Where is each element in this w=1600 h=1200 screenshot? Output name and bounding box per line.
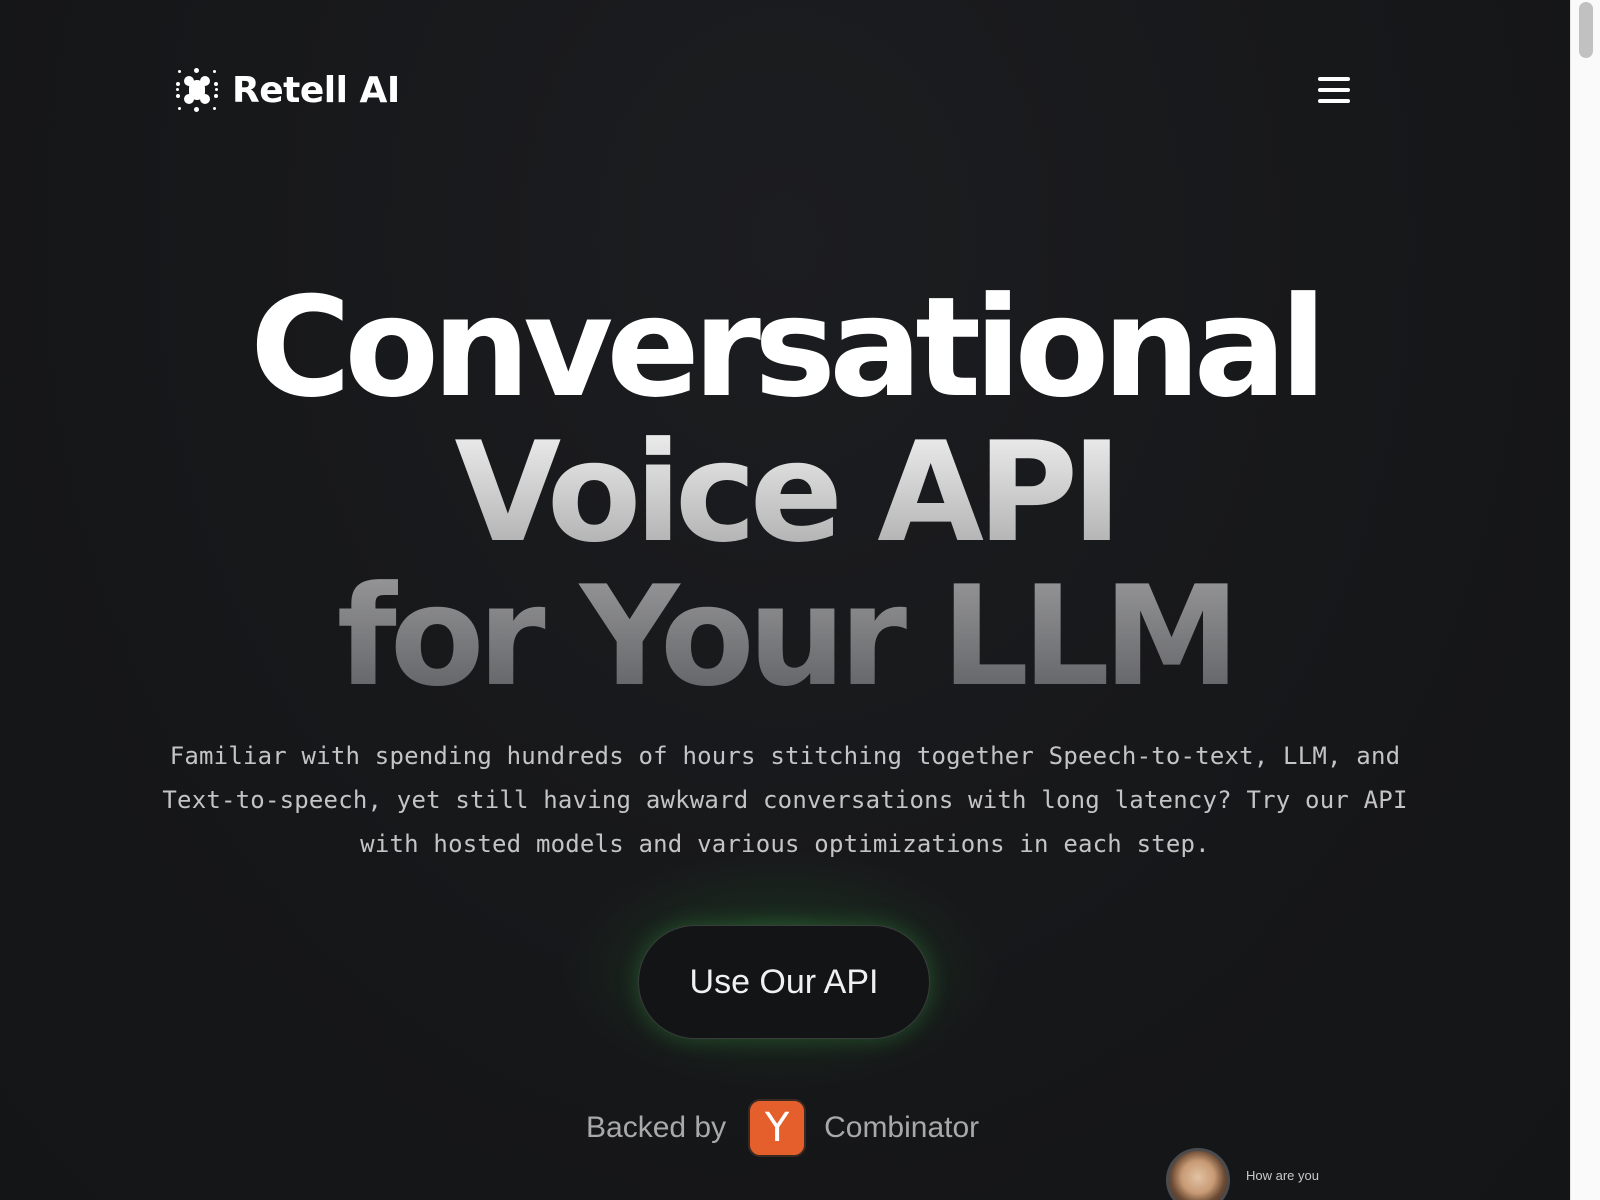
headline-line-1: Conversational: [250, 267, 1327, 428]
hero-subtitle: Familiar with spending hundreds of hours…: [162, 742, 1408, 858]
scrollbar[interactable]: [1570, 0, 1600, 1200]
brand-logo[interactable]: Retell AI: [176, 66, 400, 114]
backed-by: Backed by Y Combinator: [586, 1098, 979, 1158]
hamburger-menu-icon[interactable]: [1318, 77, 1350, 103]
headline-line-2: Voice API: [0, 420, 1570, 565]
headline-line-3: for Your LLM: [0, 564, 1570, 709]
backed-by-name: Combinator: [824, 1111, 980, 1144]
brand-name: Retell AI: [232, 69, 400, 111]
backed-by-label: Backed by: [586, 1111, 727, 1144]
use-api-button[interactable]: Use Our API: [638, 925, 930, 1039]
scrollbar-thumb[interactable]: [1579, 2, 1593, 58]
avatar: [1166, 1148, 1230, 1200]
chat-message: How are you: [1246, 1168, 1319, 1183]
chat-preview: How are you: [1166, 1148, 1319, 1200]
retell-logo-icon: [176, 68, 218, 112]
page: Retell AI Conversational Voice API for Y…: [0, 0, 1570, 1200]
y-combinator-logo-icon: Y: [748, 1099, 807, 1157]
